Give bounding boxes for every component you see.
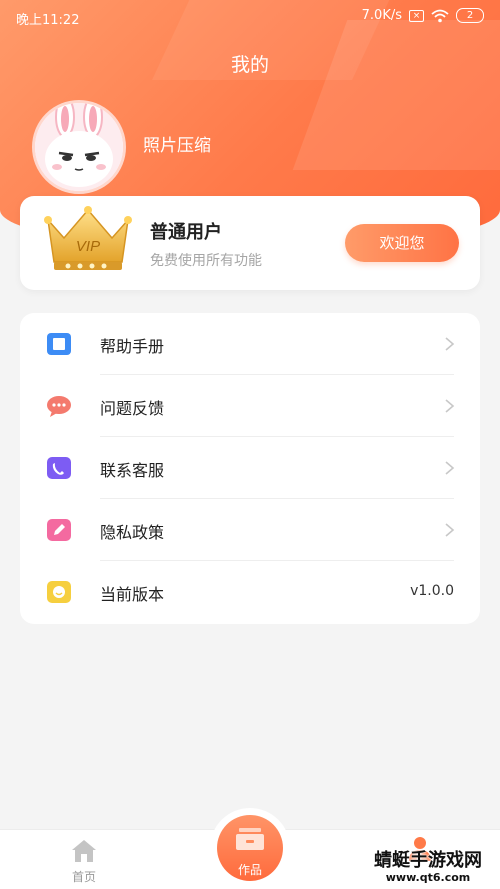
tab-works[interactable]: 作品 [210, 808, 290, 888]
menu-item-feedback[interactable]: 问题反馈 [20, 375, 480, 437]
menu-item-help[interactable]: 帮助手册 [20, 313, 480, 375]
tab-home-label: 首页 [71, 870, 96, 884]
chevron-right-icon [445, 337, 455, 351]
smiley-icon [47, 581, 71, 603]
network-speed: 7.0K/s [361, 8, 402, 23]
book-icon [47, 333, 71, 355]
bunny-avatar-icon [35, 103, 123, 191]
watermark-title: 蜻蜓手游戏网 [374, 850, 482, 871]
vip-card: VIP 普通用户 免费使用所有功能 欢迎您 [20, 196, 480, 290]
menu-item-label: 帮助手册 [100, 337, 165, 356]
membership-title: 普通用户 [150, 222, 222, 243]
crown-label: VIP [76, 238, 100, 255]
menu-item-label: 问题反馈 [100, 399, 165, 418]
status-bar: 晚上11:22 7.0K/s × 2 [0, 0, 500, 34]
menu-item-label: 当前版本 [100, 585, 165, 604]
status-time: 晚上11:22 [16, 13, 80, 28]
username[interactable]: 照片压缩 [143, 131, 211, 156]
menu-item-support[interactable]: 联系客服 [20, 437, 480, 499]
menu-item-privacy[interactable]: 隐私政策 [20, 499, 480, 561]
settings-menu: 帮助手册 问题反馈 联系客服 隐私政策 当前版本 v1.0.0 [20, 313, 480, 624]
tab-home[interactable]: 首页 [58, 830, 110, 889]
chat-bubble-icon [47, 396, 71, 417]
chevron-right-icon [445, 523, 455, 537]
watermark: 蜻蜓手游戏网 www.qt6.com [358, 846, 498, 886]
welcome-button[interactable]: 欢迎您 [345, 224, 459, 262]
watermark-url: www.qt6.com [385, 871, 471, 884]
chevron-right-icon [445, 461, 455, 475]
menu-item-label: 隐私政策 [100, 523, 165, 542]
battery-icon: 2 [456, 8, 484, 23]
sim-off-icon: × [409, 9, 424, 22]
version-number: v1.0.0 [410, 583, 454, 599]
pencil-icon [47, 519, 71, 541]
tab-works-label: 作品 [237, 863, 262, 877]
avatar[interactable] [32, 100, 126, 194]
page-title: 我的 [230, 54, 269, 76]
menu-item-version[interactable]: 当前版本 v1.0.0 [20, 561, 480, 623]
phone-icon [47, 457, 71, 479]
wifi-icon [431, 9, 449, 22]
home-icon [72, 840, 96, 862]
menu-item-label: 联系客服 [100, 461, 165, 480]
membership-subtitle: 免费使用所有功能 [150, 253, 262, 269]
chevron-right-icon [445, 399, 455, 413]
vip-crown-icon: VIP [44, 206, 132, 270]
album-icon [236, 828, 264, 850]
